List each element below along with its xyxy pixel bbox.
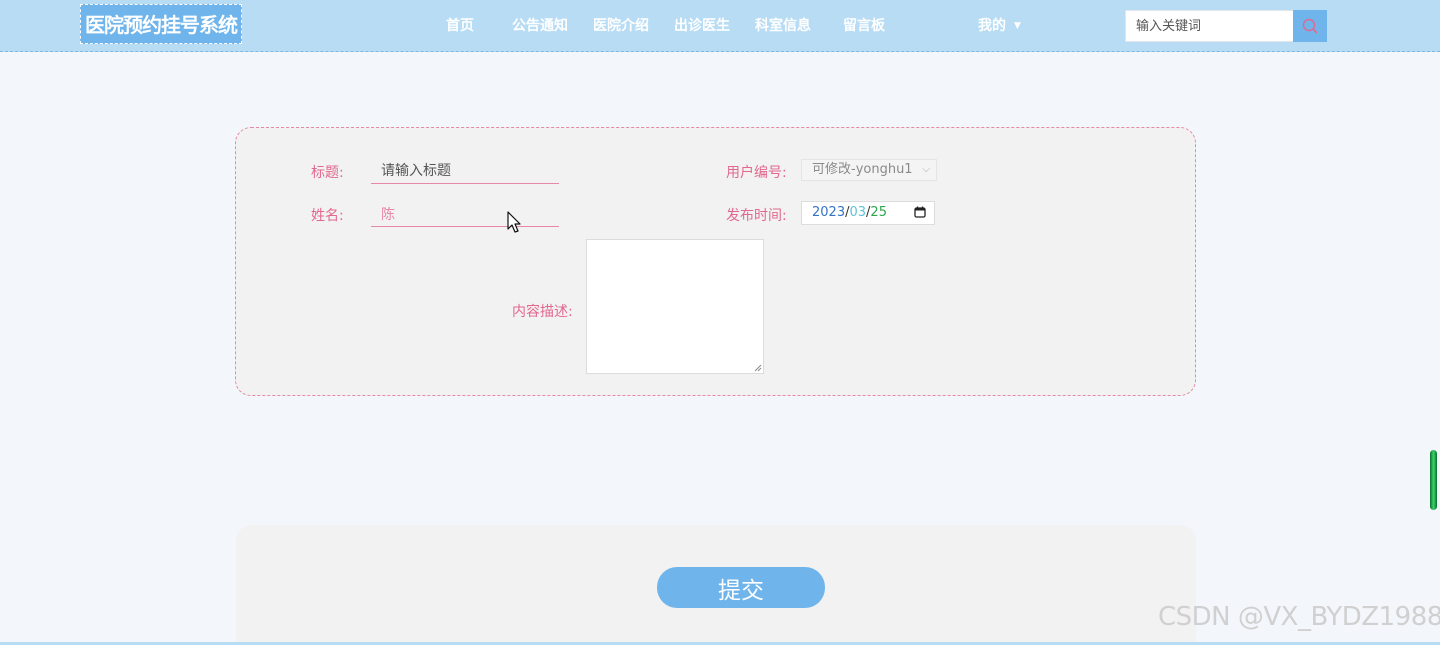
resize-grip-icon[interactable] [754,364,762,372]
top-navbar: 医院预约挂号系统 首页 公告通知 医院介绍 出诊医生 科室信息 留言板 我的 ▼ [0,0,1440,52]
user-id-value: 可修改-yonghu1 [812,162,913,177]
date-year: 2023 [812,205,846,220]
mouse-cursor-icon [507,211,521,233]
watermark: CSDN @VX_BYDZ1988 [1158,602,1440,632]
scrollbar-track[interactable] [1429,52,1440,642]
publish-date-input[interactable]: 2023/03/25 [801,201,935,225]
search-input[interactable] [1125,10,1293,42]
search-icon [1302,18,1318,34]
chevron-down-icon: ⌵ [922,164,930,175]
nav-home[interactable]: 首页 [446,0,474,52]
content-textarea[interactable] [586,239,764,374]
title-label: 标题: [311,165,344,181]
name-label: 姓名: [311,208,344,224]
user-menu-label: 我的 [978,18,1006,34]
search-button[interactable] [1293,10,1327,42]
nav-doctors[interactable]: 出诊医生 [674,0,730,52]
title-input[interactable] [371,158,559,184]
nav-user-menu[interactable]: 我的 ▼ [978,0,1021,52]
date-month: 03 [849,205,867,220]
user-id-label: 用户编号: [726,165,787,181]
nav-message-board[interactable]: 留言板 [843,0,885,52]
name-input[interactable] [371,201,559,227]
message-form: 标题: 姓名: 用户编号: 可修改-yonghu1 ⌵ 发布时间: 2023/0… [235,127,1196,396]
calendar-icon[interactable] [914,206,926,218]
user-id-select[interactable]: 可修改-yonghu1 ⌵ [801,159,937,181]
content-label: 内容描述: [512,304,573,320]
nav-hospital-intro[interactable]: 医院介绍 [593,0,649,52]
publish-time-label: 发布时间: [726,208,787,224]
date-day: 25 [870,205,887,220]
submit-button[interactable]: 提交 [657,567,825,608]
scrollbar-thumb[interactable] [1430,450,1437,510]
caret-down-icon: ▼ [1014,21,1021,31]
submit-panel: 提交 [236,525,1196,645]
nav-announcements[interactable]: 公告通知 [512,0,568,52]
nav-departments[interactable]: 科室信息 [755,0,811,52]
site-logo[interactable]: 医院预约挂号系统 [80,4,242,44]
